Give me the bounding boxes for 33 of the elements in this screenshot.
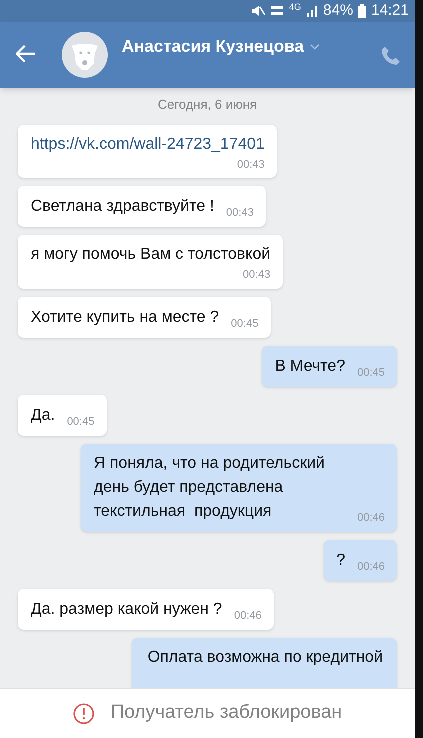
chevron-down-icon: [310, 44, 320, 50]
message-text: я могу помочь Вам с толстовкой: [31, 245, 271, 265]
message-time: 00:43: [226, 206, 254, 219]
message-text: Я поняла, что на родительский день будет представлена текстильная продукция: [94, 454, 326, 522]
blocked-notice: Получатель заблокирован: [110, 701, 342, 726]
message-link[interactable]: https://vk.com/wall-24723_17401: [31, 132, 265, 156]
message-text: В Мечте?: [275, 356, 346, 376]
message-text: Да.: [31, 406, 56, 426]
message-text: ?: [336, 550, 346, 570]
back-arrow-icon: [16, 45, 36, 63]
message-text: Да. размер какой нужен ?: [31, 600, 222, 620]
message-time: 00:43: [243, 268, 271, 283]
contact-name[interactable]: Анастасия Кузнецова: [122, 34, 320, 60]
message-time: 00:45: [231, 316, 259, 330]
message-text: Светлана здравствуйте !: [31, 197, 214, 217]
phone-icon: [381, 46, 401, 66]
mute-icon: [251, 5, 266, 17]
network-type: 4G: [289, 1, 302, 12]
message-time: 00:46: [357, 510, 385, 524]
message-time: 00:45: [357, 366, 385, 378]
date-separator: Сегодня, 6 июня: [158, 96, 258, 114]
clock: 14:21: [371, 0, 409, 21]
message-text: Хотите купить на месте ?: [31, 308, 220, 328]
signal-icon: [306, 5, 318, 17]
message-time: 00:43: [237, 158, 265, 172]
warning-icon: [72, 702, 95, 724]
battery-percentage: 84%: [323, 0, 354, 21]
avatar-icon[interactable]: [62, 32, 108, 78]
message-text: Оплата возможна по кредитной: [148, 648, 383, 666]
message-time: 00:45: [67, 414, 95, 428]
message-time: 00:46: [357, 560, 385, 572]
message-time: 00:46: [234, 608, 262, 622]
battery-icon: [358, 4, 366, 18]
